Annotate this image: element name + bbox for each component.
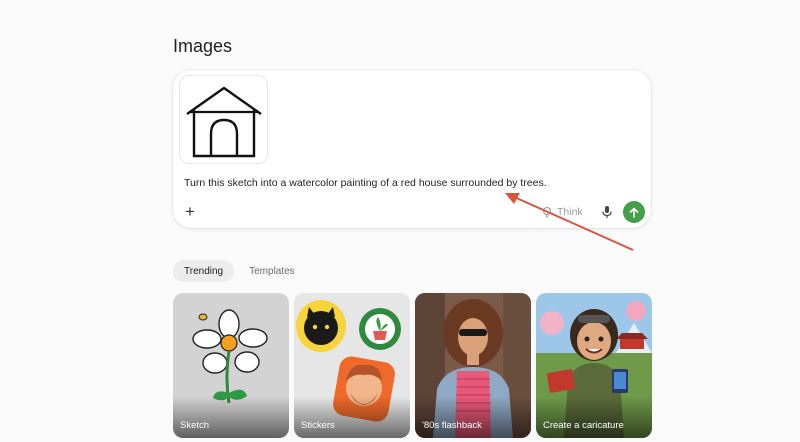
send-button[interactable] xyxy=(623,201,645,223)
card-label: Stickers xyxy=(301,420,335,431)
lightbulb-icon xyxy=(542,206,552,218)
voice-input-button[interactable] xyxy=(598,203,616,221)
card-stickers[interactable]: Stickers xyxy=(294,293,410,438)
arrow-up-icon xyxy=(629,207,639,218)
style-cards: Sketch Stickers '80s flashback Create a … xyxy=(173,293,652,438)
sketch-attachment-thumbnail[interactable] xyxy=(179,75,268,164)
prompt-composer: Turn this sketch into a watercolor paint… xyxy=(173,70,651,228)
plus-icon: + xyxy=(185,202,195,221)
tab-trending[interactable]: Trending xyxy=(173,260,235,282)
card-label: '80s flashback xyxy=(422,420,482,431)
card-label: Sketch xyxy=(180,420,210,431)
card-80s-flashback[interactable]: '80s flashback xyxy=(415,293,531,438)
card-label: Create a caricature xyxy=(543,420,624,431)
gallery-tabs: Trending Templates xyxy=(173,260,306,282)
card-caricature[interactable]: Create a caricature xyxy=(536,293,652,438)
house-sketch-image xyxy=(185,86,262,157)
microphone-icon xyxy=(602,206,612,218)
prompt-input[interactable]: Turn this sketch into a watercolor paint… xyxy=(184,177,547,189)
card-sketch[interactable]: Sketch xyxy=(173,293,289,438)
tab-templates[interactable]: Templates xyxy=(238,260,306,282)
page-title: Images xyxy=(173,36,233,56)
think-button[interactable]: Think xyxy=(541,203,583,221)
add-attachment-button[interactable]: + xyxy=(181,202,199,221)
think-label: Think xyxy=(557,206,583,218)
